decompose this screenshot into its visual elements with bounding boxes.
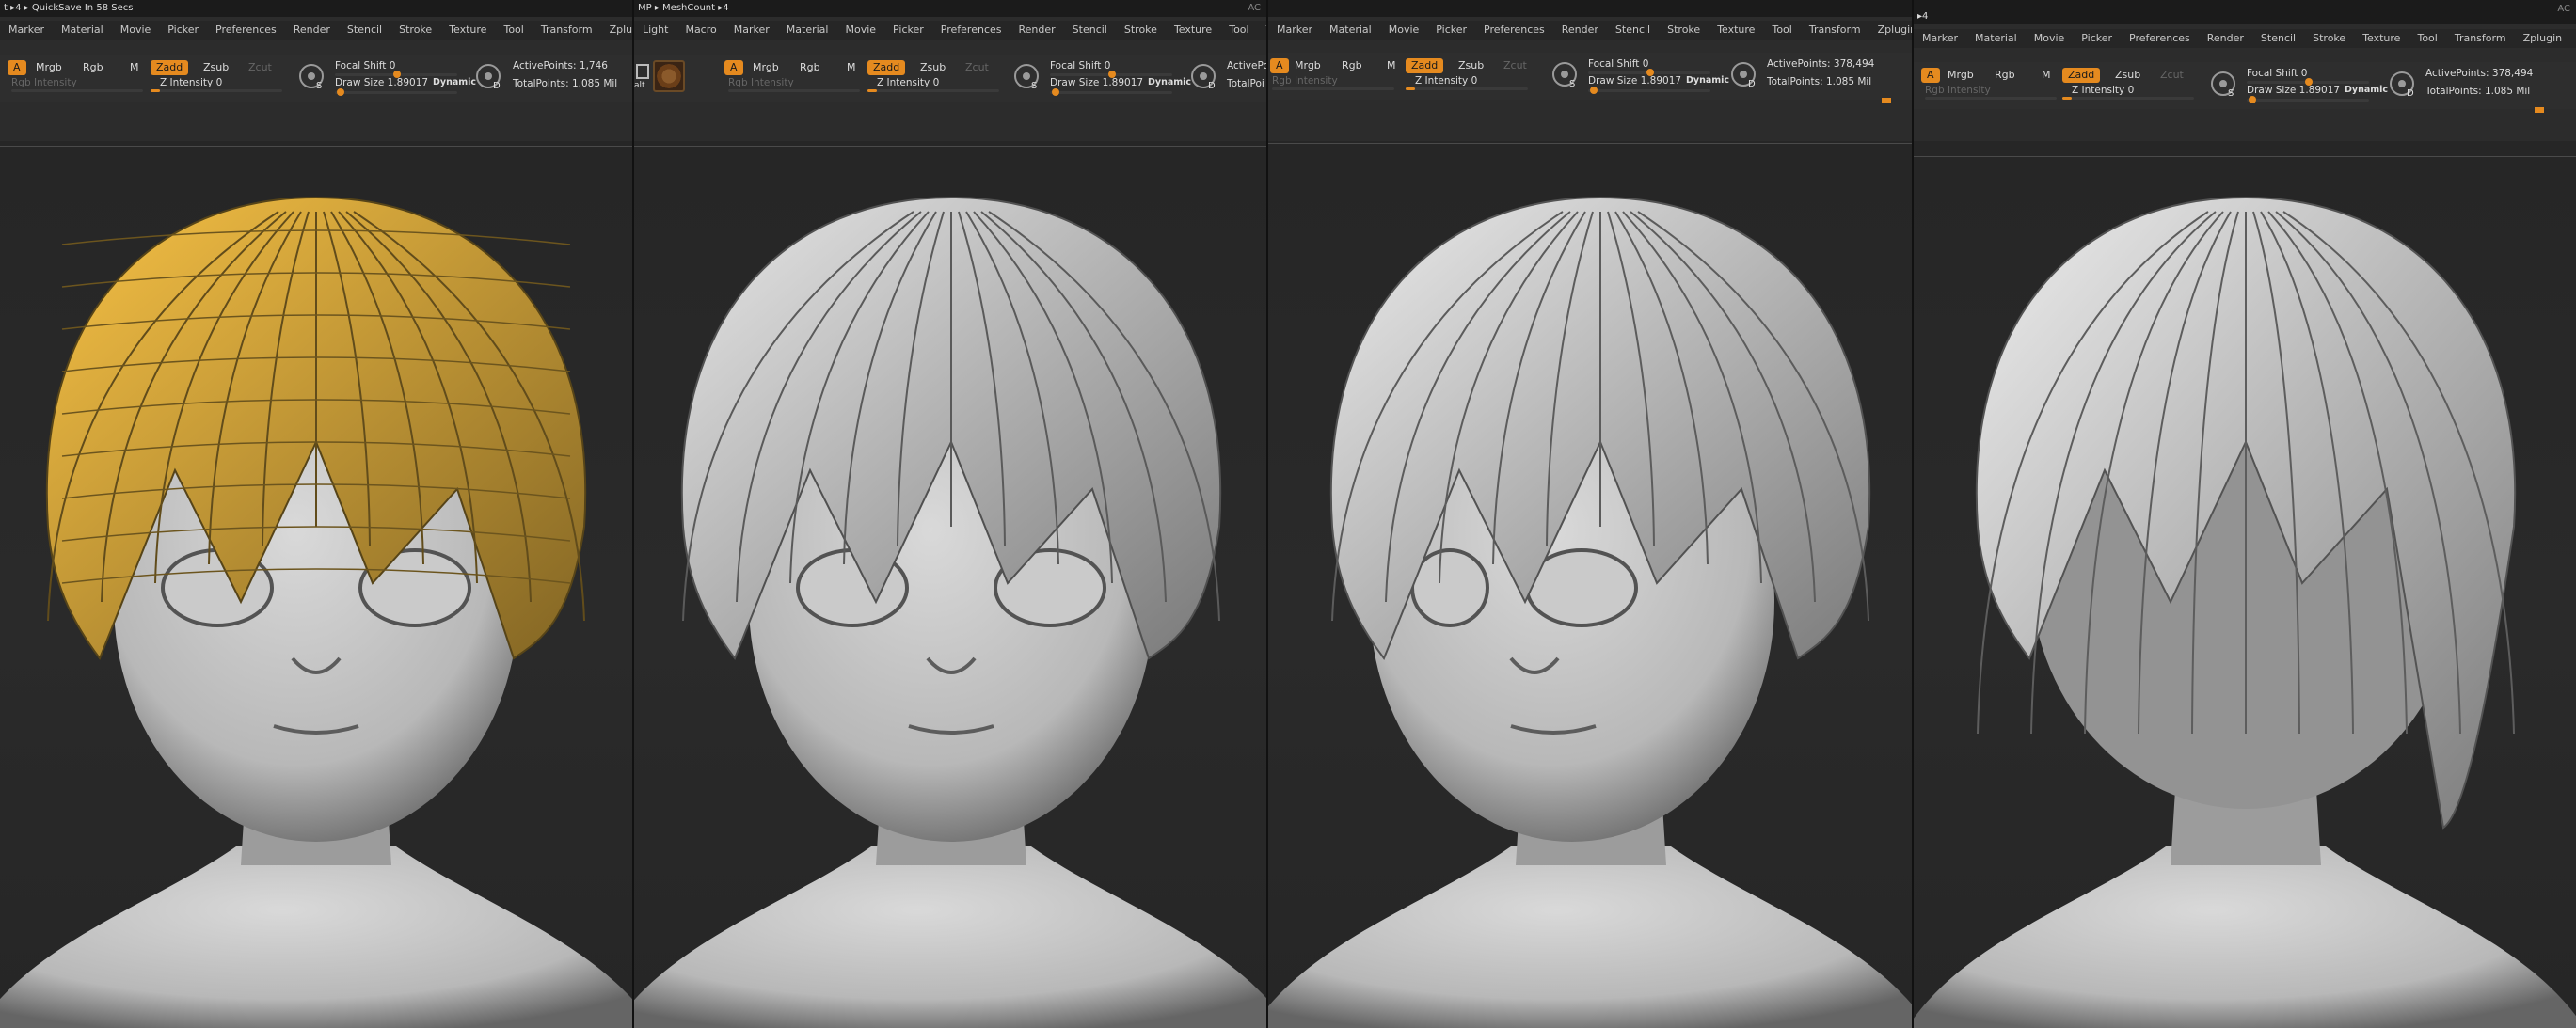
shoulders-shape	[1268, 846, 1914, 1028]
sculpt-model-three-quarter[interactable]	[1268, 0, 1914, 1028]
viewport-panel-3: Marker Material Movie Picker Preferences Rend…	[1266, 0, 1914, 1028]
viewport-panel-4: ▸4 AC Marker Material Movie Picker Preferenc…	[1912, 0, 2576, 1028]
viewport-panel-2: MP ▸ MeshCount ▸4 AC Light Macro Marker Mat…	[632, 0, 1268, 1028]
shoulders-shape	[1914, 846, 2576, 1028]
sculpt-model-front[interactable]	[634, 0, 1268, 1028]
sculpt-model-front-polygroups[interactable]	[0, 0, 632, 1028]
shoulders-shape	[0, 846, 632, 1028]
viewport-panel-1: t ▸4 ▸ QuickSave In 58 Secs Marker Materi…	[0, 0, 632, 1028]
shoulders-shape	[634, 846, 1268, 1028]
sculpt-model-back[interactable]	[1914, 0, 2576, 1028]
